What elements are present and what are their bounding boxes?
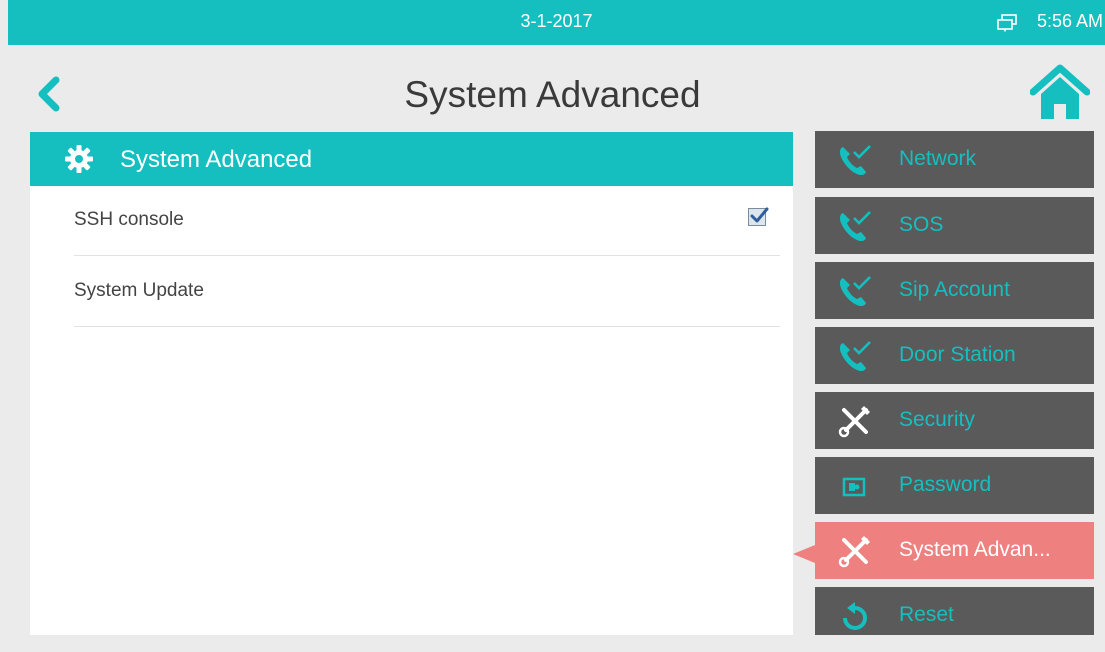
password-icon bbox=[837, 469, 873, 503]
menu-label-reset: Reset bbox=[899, 603, 954, 626]
network-icon bbox=[997, 14, 1019, 32]
ssh-console-label: SSH console bbox=[74, 209, 184, 230]
menu-item-sos[interactable]: SOS bbox=[815, 197, 1094, 254]
menu-item-reset[interactable]: Reset bbox=[815, 587, 1094, 635]
menu-item-sip-account[interactable]: Sip Account bbox=[815, 262, 1094, 319]
ssh-console-checkbox[interactable] bbox=[748, 207, 769, 226]
reset-icon bbox=[837, 599, 873, 633]
phone-check-icon bbox=[837, 143, 873, 177]
menu-item-network[interactable]: Network bbox=[815, 131, 1094, 188]
phone-check-icon bbox=[837, 274, 873, 308]
status-date: 3-1-2017 bbox=[520, 11, 593, 31]
status-time: 5:56 AM bbox=[1036, 11, 1103, 31]
ssh-console-row[interactable]: SSH console bbox=[74, 186, 780, 256]
menu-item-password[interactable]: Password bbox=[815, 457, 1094, 514]
menu-item-system-advanced[interactable]: System Advan... bbox=[815, 522, 1094, 579]
panel-header: System Advanced bbox=[30, 132, 793, 186]
tools-icon bbox=[837, 534, 873, 568]
menu-label-door-station: Door Station bbox=[899, 343, 1016, 366]
menu-label-sip-account: Sip Account bbox=[899, 278, 1010, 301]
status-bar: 3-1-2017 5:56 AM bbox=[8, 0, 1105, 45]
phone-check-icon bbox=[837, 209, 873, 243]
settings-panel: System Advanced SSH console System Updat… bbox=[30, 132, 793, 635]
active-pointer bbox=[793, 545, 815, 563]
menu-label-system-advanced: System Advan... bbox=[899, 538, 1051, 561]
menu-label-sos: SOS bbox=[899, 213, 944, 236]
menu-label-network: Network bbox=[899, 147, 977, 170]
menu-label-password: Password bbox=[899, 473, 992, 496]
panel-title: System Advanced bbox=[120, 146, 313, 173]
system-update-label: System Update bbox=[74, 280, 204, 301]
menu-label-security: Security bbox=[899, 408, 975, 431]
menu-item-security[interactable]: Security bbox=[815, 392, 1094, 449]
gear-icon bbox=[64, 144, 94, 174]
page-title: System Advanced bbox=[404, 74, 701, 115]
phone-check-icon bbox=[837, 339, 873, 373]
home-icon[interactable] bbox=[1029, 64, 1091, 120]
menu-item-door-station[interactable]: Door Station bbox=[815, 327, 1094, 384]
tools-icon bbox=[837, 404, 873, 438]
system-update-row[interactable]: System Update bbox=[74, 257, 780, 327]
